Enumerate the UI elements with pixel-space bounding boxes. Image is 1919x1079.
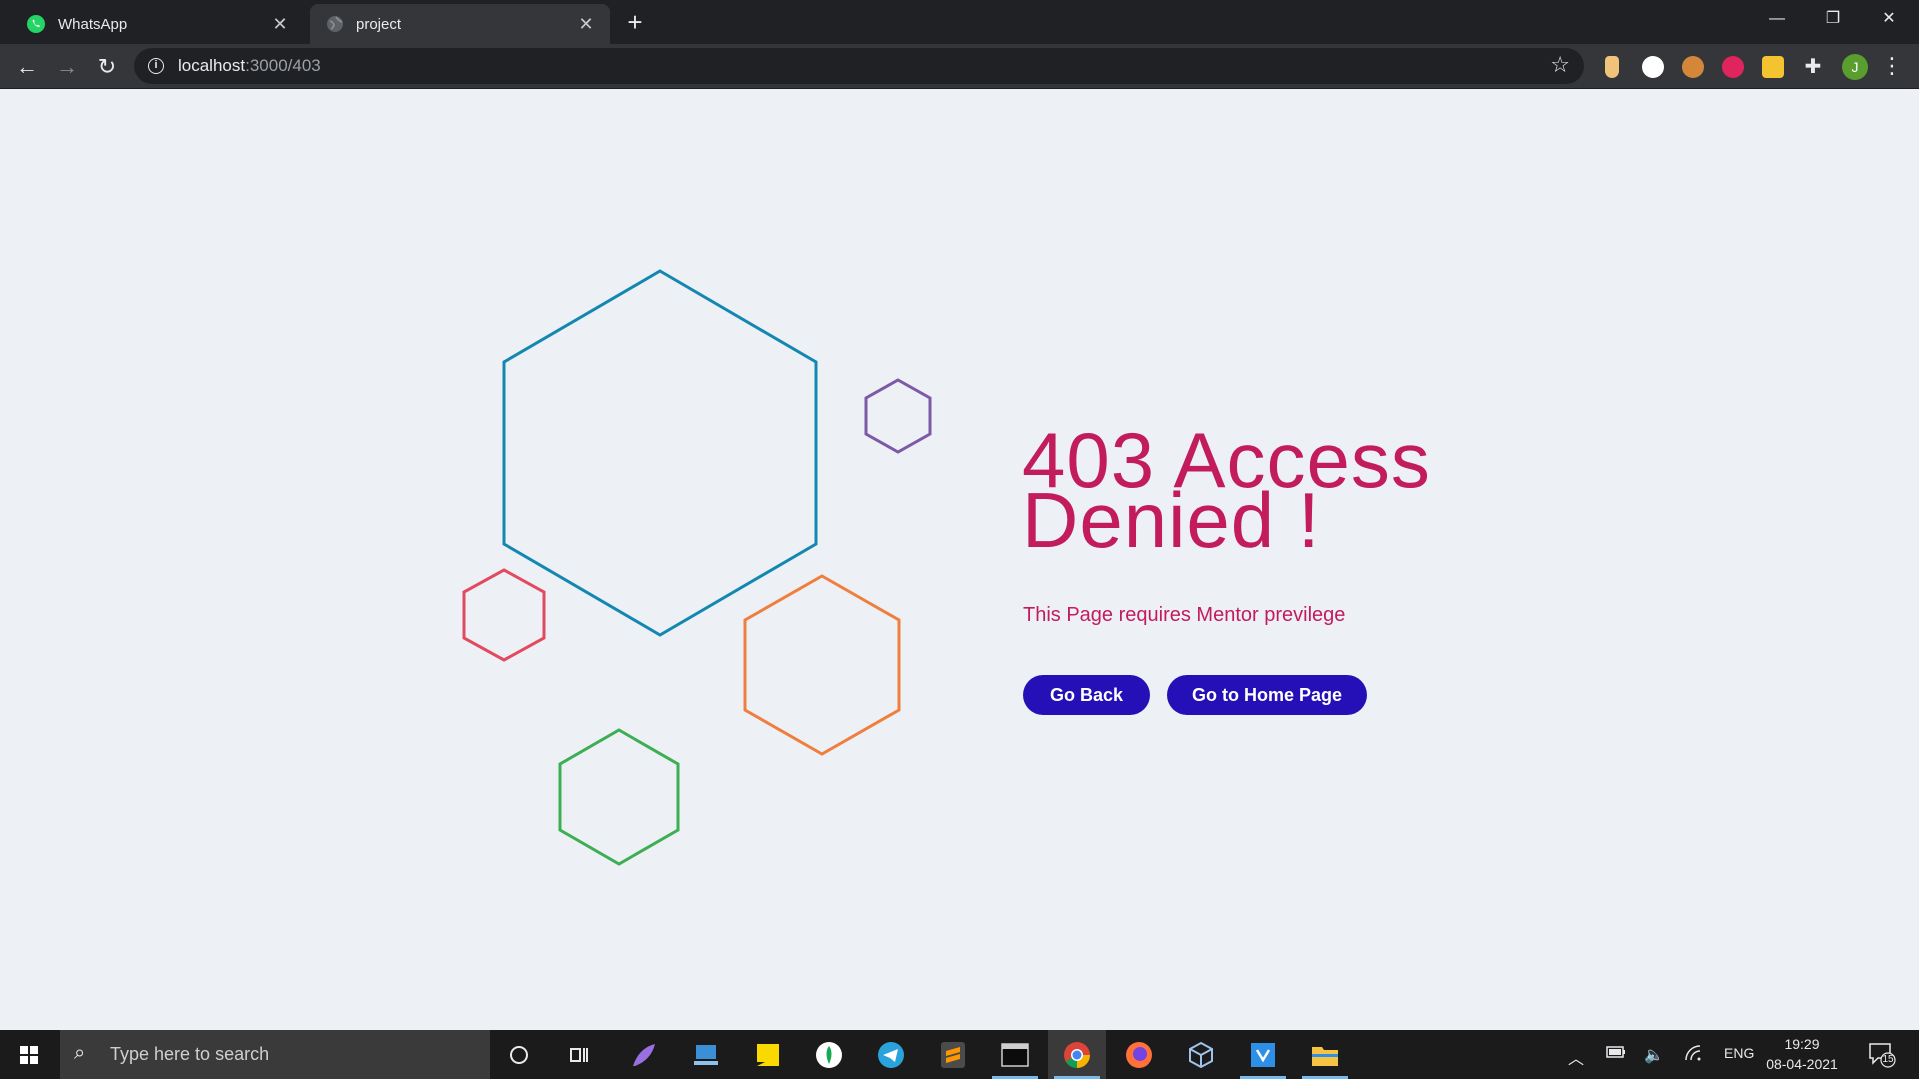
windows-logo-icon bbox=[20, 1046, 38, 1064]
tab-whatsapp[interactable]: WhatsApp ✕ bbox=[14, 4, 304, 44]
extension-icon[interactable] bbox=[1605, 56, 1619, 78]
forward-arrow-icon[interactable]: → bbox=[50, 50, 84, 84]
vscode-icon[interactable] bbox=[1234, 1030, 1292, 1079]
computer-app-icon[interactable] bbox=[677, 1030, 735, 1079]
system-clock[interactable]: 19:29 08-04-2021 bbox=[1760, 1034, 1844, 1074]
terminal-icon[interactable] bbox=[986, 1030, 1044, 1079]
sublime-text-icon[interactable] bbox=[924, 1030, 982, 1079]
windows-start-button[interactable] bbox=[0, 1030, 58, 1079]
chrome-icon[interactable] bbox=[1048, 1030, 1106, 1079]
reload-icon[interactable]: ↻ bbox=[90, 50, 124, 84]
firefox-icon[interactable] bbox=[1110, 1030, 1168, 1079]
more-menu-icon[interactable]: ⋮ bbox=[1880, 52, 1904, 80]
file-explorer-icon[interactable] bbox=[1296, 1030, 1354, 1079]
virtualbox-icon[interactable] bbox=[1172, 1030, 1230, 1079]
taskbar-search-box[interactable]: ⌕ Type here to search bbox=[60, 1030, 490, 1079]
cortana-icon[interactable] bbox=[490, 1030, 548, 1079]
close-tab-icon[interactable]: ✕ bbox=[576, 14, 596, 34]
tab-project[interactable]: project ✕ bbox=[310, 4, 610, 44]
battery-icon[interactable] bbox=[1606, 1045, 1626, 1062]
green-hexagon bbox=[558, 728, 680, 866]
wifi-icon[interactable] bbox=[1684, 1045, 1704, 1064]
globe-icon bbox=[327, 16, 343, 32]
feather-app-icon[interactable] bbox=[615, 1030, 673, 1079]
browser-toolbar: ← → ↻ i localhost:3000/403 ☆ ✚ J ⋮ bbox=[0, 44, 1919, 89]
page-title: 403 Access Denied ! bbox=[1022, 416, 1431, 564]
whatsapp-icon bbox=[27, 15, 45, 33]
cookie-extension-icon[interactable] bbox=[1682, 56, 1704, 78]
tab-title: WhatsApp bbox=[58, 15, 128, 33]
show-hidden-icons-icon[interactable]: ︿ bbox=[1568, 1045, 1584, 1069]
small-purple-hexagon bbox=[864, 378, 932, 454]
tab-title: project bbox=[356, 15, 402, 33]
page-content: 403 Access Denied ! This Page requires M… bbox=[0, 90, 1919, 1030]
extension-icon[interactable] bbox=[1642, 56, 1664, 78]
profile-avatar[interactable]: J bbox=[1842, 54, 1868, 80]
telegram-icon[interactable] bbox=[862, 1030, 920, 1079]
info-icon[interactable]: i bbox=[148, 58, 164, 74]
large-blue-hexagon bbox=[502, 269, 818, 637]
close-tab-icon[interactable]: ✕ bbox=[270, 14, 290, 34]
orange-hexagon bbox=[743, 574, 901, 756]
mongodb-compass-icon[interactable] bbox=[800, 1030, 858, 1079]
go-back-button[interactable]: Go Back bbox=[1023, 675, 1150, 715]
clock-date: 08-04-2021 bbox=[1766, 1056, 1838, 1072]
go-home-button[interactable]: Go to Home Page bbox=[1167, 675, 1367, 715]
search-placeholder: Type here to search bbox=[110, 1044, 270, 1064]
url-text[interactable]: localhost:3000/403 bbox=[178, 56, 321, 76]
clock-time: 19:29 bbox=[1784, 1036, 1820, 1052]
extension-icon[interactable] bbox=[1762, 56, 1784, 78]
new-tab-icon[interactable]: + bbox=[620, 8, 650, 38]
bookmark-star-icon[interactable]: ☆ bbox=[1550, 52, 1570, 78]
puzzle-extensions-icon[interactable]: ✚ bbox=[1802, 56, 1824, 78]
minimize-icon[interactable]: — bbox=[1754, 4, 1800, 34]
search-icon: ⌕ bbox=[74, 1042, 86, 1064]
browser-tab-bar: WhatsApp ✕ project ✕ + — ❐ ✕ bbox=[0, 0, 1919, 44]
notification-count: 15 bbox=[1882, 1054, 1894, 1065]
windows-taskbar: ⌕ Type here to search ︿ 🔈 ENG 19:29 08-0… bbox=[0, 1030, 1919, 1079]
volume-icon[interactable]: 🔈 bbox=[1644, 1045, 1664, 1065]
task-view-icon[interactable] bbox=[550, 1030, 608, 1079]
language-indicator[interactable]: ENG bbox=[1724, 1045, 1754, 1061]
address-bar[interactable]: i localhost:3000/403 ☆ bbox=[134, 48, 1584, 84]
page-subtitle: This Page requires Mentor previlege bbox=[1023, 604, 1346, 626]
restore-icon[interactable]: ❐ bbox=[1810, 4, 1856, 34]
back-arrow-icon[interactable]: ← bbox=[10, 50, 44, 84]
close-window-icon[interactable]: ✕ bbox=[1866, 4, 1912, 34]
extension-icon[interactable] bbox=[1722, 56, 1744, 78]
hexagon-illustration bbox=[462, 269, 932, 866]
small-red-hexagon bbox=[462, 568, 546, 662]
notification-center-icon[interactable]: 15 bbox=[1868, 1042, 1896, 1071]
sticky-notes-icon[interactable] bbox=[739, 1030, 797, 1079]
